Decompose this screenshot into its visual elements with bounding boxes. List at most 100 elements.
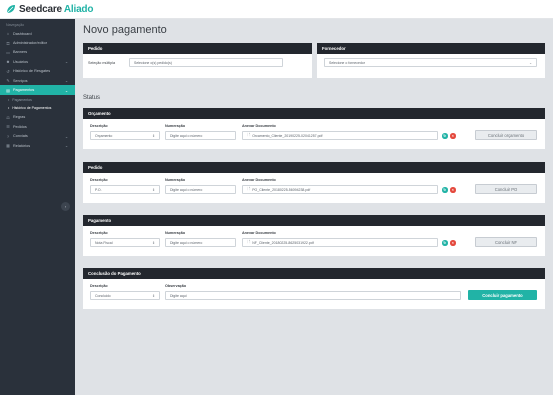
observacao-input[interactable]: Digite aqui: [165, 291, 461, 300]
main-content: Novo pagamento Pedido Seleção múltipla S…: [75, 19, 553, 395]
sidebar-item-pagamentos[interactable]: ▤ Pagamentos ⌄: [0, 85, 75, 95]
descricao-select[interactable]: Nota Fiscal ⇕: [90, 238, 160, 247]
page-title: Novo pagamento: [83, 24, 167, 36]
chevron-down-icon: ⌄: [64, 134, 68, 139]
numeracao-placeholder: Digite aqui o número: [170, 187, 203, 192]
orcamento-panel: Orçamento Descrição Numeração Anexar Doc…: [83, 108, 545, 149]
conclusao-panel: Conclusão do Pagamento Descrição Observa…: [83, 268, 545, 309]
sidebar-item-label: Histórico de Resgates: [13, 69, 51, 74]
descricao-value: P.O.: [95, 187, 102, 192]
bullet-icon: •: [8, 105, 10, 110]
refresh-icon[interactable]: ↻: [442, 187, 448, 193]
numeracao-label: Numeração: [165, 124, 186, 128]
top-bar: Seedcare Aliado: [0, 0, 553, 19]
numeracao-input[interactable]: Digite aqui o número: [165, 131, 236, 140]
sidebar-item-dashboard[interactable]: ⌂ Dashboard: [0, 29, 75, 38]
sidebar-item-regras[interactable]: ⚖ Regras: [0, 113, 75, 122]
brand-name: Seedcare: [19, 3, 62, 15]
orcamento-header: Orçamento: [83, 108, 545, 119]
chevron-left-icon: ‹: [64, 204, 67, 209]
chevron-down-icon: ⌄: [64, 88, 68, 93]
key-icon: ⚿: [6, 40, 10, 46]
sidebar-item-banners[interactable]: ▭ Banners: [0, 48, 75, 57]
sidebar-subitem-historico-pagamentos[interactable]: • Histórico de Pagamentos: [0, 104, 75, 112]
document-filename: NF_Cliente_20180225-8625031922.pdf: [252, 240, 314, 245]
sidebar-item-label: Administrador/editor: [13, 41, 47, 46]
brand-accent: Aliado: [63, 3, 94, 15]
select-arrows-icon: ⇕: [152, 293, 155, 298]
fornecedor-panel: Fornecedor Selecione o fornecedor ⌄: [317, 43, 545, 78]
sidebar-collapse-button[interactable]: ‹: [61, 202, 70, 211]
pedido-filter-header: Pedido: [83, 43, 312, 54]
pedido-multiselect-placeholder: Selecione o(s) pedido(s): [134, 60, 172, 65]
remove-icon[interactable]: ×: [450, 240, 456, 246]
gavel-icon: ⚖: [6, 114, 10, 120]
sidebar-item-label: Pagamentos: [13, 88, 35, 93]
descricao-label: Descrição: [90, 284, 108, 288]
sidebar-item-conviats[interactable]: ? Conviats ⌄: [0, 132, 75, 141]
sidebar-item-label: Pedidos: [13, 124, 27, 129]
numeracao-input[interactable]: Digite aqui o número: [165, 238, 236, 247]
descricao-select[interactable]: Orçamento ⇕: [90, 131, 160, 140]
leaf-logo-icon: [6, 5, 15, 14]
sidebar-subitem-pagamentos[interactable]: • Pagamentos: [0, 96, 75, 104]
concluir-po-button[interactable]: Concluir PO: [475, 184, 537, 194]
descricao-label: Descrição: [90, 124, 108, 128]
pagamento-panel: Pagamento Descrição Numeração Anexar Doc…: [83, 215, 545, 256]
chevron-down-icon: ⌄: [529, 60, 532, 65]
sidebar-subitem-label: Histórico de Pagamentos: [12, 105, 52, 110]
sidebar-subnav: • Pagamentos • Histórico de Pagamentos: [0, 95, 75, 113]
document-field[interactable]: 🗋 Orcamento_Cliente_20190225-02041257.pd…: [242, 131, 438, 140]
numeracao-input[interactable]: Digite aqui o número: [165, 185, 236, 194]
numeracao-placeholder: Digite aqui o número: [170, 133, 203, 138]
concluir-pagamento-button[interactable]: Concluir pagamento: [468, 290, 537, 300]
numeracao-label: Numeração: [165, 178, 186, 182]
anexar-label: Anexar Documento: [242, 124, 276, 128]
concluir-orcamento-button[interactable]: Concluir orçamento: [475, 130, 537, 140]
bullet-icon: •: [8, 97, 10, 102]
sidebar-item-historico-resgates[interactable]: ↺ Histórico de Resgates: [0, 67, 75, 76]
descricao-value: Nota Fiscal: [95, 240, 113, 245]
anexar-label: Anexar Documento: [242, 231, 276, 235]
document-icon: 🗋: [247, 239, 251, 244]
sidebar-item-label: Usuários: [13, 59, 28, 64]
sidebar-item-pedidos[interactable]: ☰ Pedidos: [0, 122, 75, 131]
document-filename: PO_Cliente_20180225-56094238.pdf: [252, 187, 311, 192]
conclusao-header: Conclusão do Pagamento: [83, 268, 545, 279]
sidebar-item-servicos[interactable]: ✎ Serviços ⌄: [0, 76, 75, 85]
descricao-select[interactable]: Concluido ⇕: [90, 291, 160, 300]
observacao-placeholder: Digite aqui: [170, 293, 187, 298]
sidebar-item-label: Dashboard: [13, 31, 32, 36]
pedido-multiselect-input[interactable]: Selecione o(s) pedido(s): [129, 58, 283, 67]
fornecedor-select[interactable]: Selecione o fornecedor ⌄: [324, 58, 537, 67]
sidebar-item-label: Conviats: [13, 134, 28, 139]
numeracao-placeholder: Digite aqui o número: [170, 240, 203, 245]
descricao-value: Orçamento: [95, 133, 113, 138]
card-icon: ▤: [6, 87, 10, 93]
select-arrows-icon: ⇕: [152, 133, 155, 138]
question-icon: ?: [6, 133, 10, 139]
concluir-nf-button[interactable]: Concluir NF: [475, 237, 537, 247]
remove-icon[interactable]: ×: [450, 187, 456, 193]
document-field[interactable]: 🗋 PO_Cliente_20180225-56094238.pdf: [242, 185, 438, 194]
status-title: Status: [83, 95, 101, 101]
remove-icon[interactable]: ×: [450, 133, 456, 139]
select-arrows-icon: ⇕: [152, 240, 155, 245]
document-field[interactable]: 🗋 NF_Cliente_20180225-8625031922.pdf: [242, 238, 438, 247]
anexar-label: Anexar Documento: [242, 178, 276, 182]
users-icon: ☻: [5, 59, 11, 65]
refresh-icon[interactable]: ↻: [442, 133, 448, 139]
fornecedor-header: Fornecedor: [317, 43, 545, 54]
pedido-panel: Pedido Descrição Numeração Anexar Docume…: [83, 162, 545, 203]
refresh-icon[interactable]: ↻: [442, 240, 448, 246]
sidebar-subitem-label: Pagamentos: [12, 97, 32, 102]
sidebar-item-relatorios[interactable]: ▦ Relatórios ⌄: [0, 141, 75, 150]
sidebar-item-administrador[interactable]: ⚿ Administrador/editor: [0, 38, 75, 47]
sidebar-item-label: Serviços: [13, 78, 28, 83]
document-filename: Orcamento_Cliente_20190225-02041257.pdf: [252, 133, 323, 138]
pagamento-header: Pagamento: [83, 215, 545, 226]
sidebar-item-usuarios[interactable]: ☻ Usuários ⌄: [0, 57, 75, 66]
descricao-select[interactable]: P.O. ⇕: [90, 185, 160, 194]
chevron-down-icon: ⌄: [64, 60, 68, 65]
sidebar-heading: Navegação: [6, 23, 25, 27]
